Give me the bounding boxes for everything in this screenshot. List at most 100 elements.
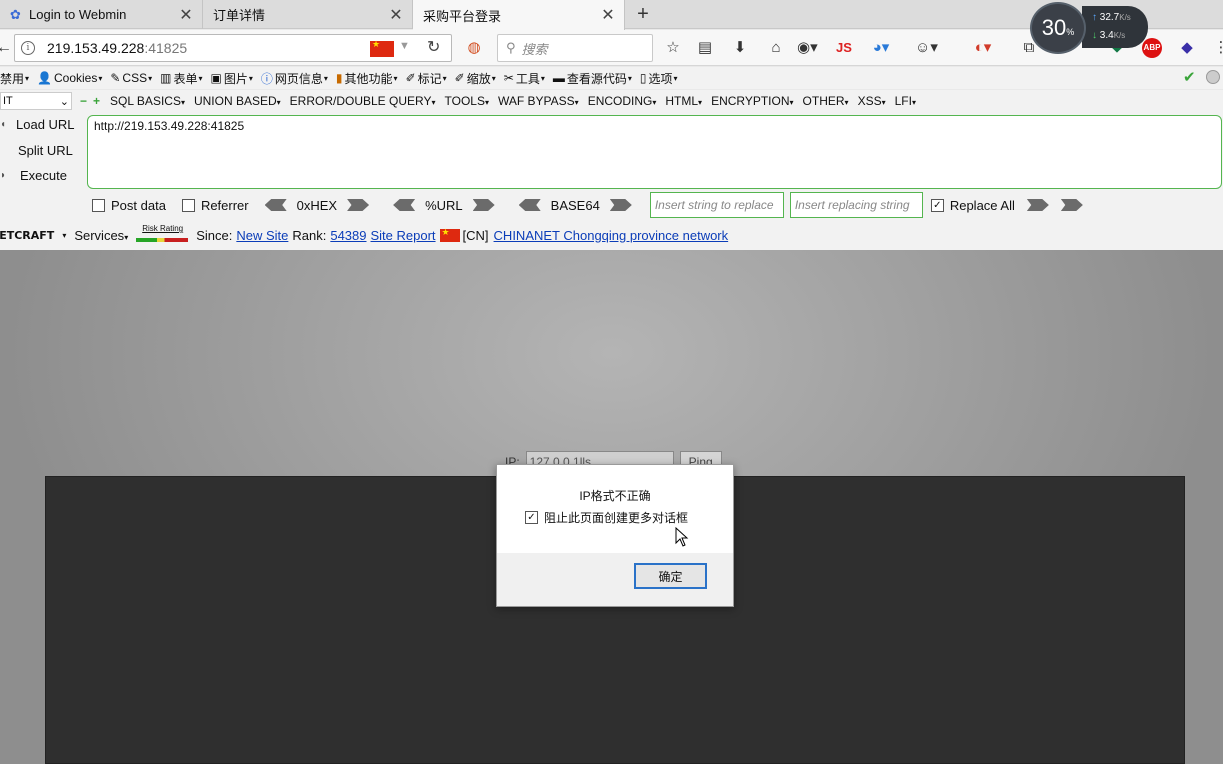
risk-rating-meter[interactable]: Risk Rating bbox=[136, 224, 189, 243]
menu-forms[interactable]: ▥ 表单 ▾ bbox=[160, 70, 202, 87]
dialog-body: IP格式不正确 ✓ 阻止此页面创建更多对话框 bbox=[497, 465, 733, 553]
js-toggle-icon[interactable]: JS bbox=[835, 38, 853, 58]
tab-title: 订单详情 bbox=[213, 8, 266, 23]
menu-icon[interactable]: ⋮ bbox=[1212, 38, 1223, 58]
book-icon: ▮ bbox=[335, 71, 343, 85]
url-encode-arrow-icon[interactable] bbox=[472, 199, 495, 211]
reading-list-icon[interactable]: ▤ bbox=[696, 38, 714, 58]
suppress-dialogs-checkbox[interactable]: ✓ bbox=[525, 511, 538, 524]
tampermonkey-icon[interactable]: ◐▾ bbox=[974, 38, 992, 58]
menu-css[interactable]: ✎ CSS ▾ bbox=[110, 71, 152, 85]
close-icon[interactable]: ✕ bbox=[178, 5, 194, 25]
hackbar-menu-xss[interactable]: XSS▾ bbox=[858, 94, 886, 108]
plus-icon[interactable]: + bbox=[93, 94, 100, 108]
chevron-down-icon[interactable]: ▾ bbox=[62, 231, 66, 240]
monitor-icon: ▬ bbox=[552, 71, 565, 85]
hackbar-menu-error-query[interactable]: ERROR/DOUBLE QUERY▾ bbox=[290, 94, 436, 108]
chevron-down-icon[interactable]: ▼ bbox=[399, 40, 410, 52]
menu-view-source[interactable]: ▬ 查看源代码 ▾ bbox=[553, 70, 632, 87]
services-menu[interactable]: Services▾ bbox=[74, 228, 128, 243]
suppress-dialogs-option[interactable]: ✓ 阻止此页面创建更多对话框 bbox=[525, 509, 688, 526]
url-decode-arrow-icon[interactable] bbox=[393, 199, 416, 211]
hackbar-menu-tools[interactable]: TOOLS▾ bbox=[445, 94, 489, 108]
hex-encode-arrow-icon[interactable] bbox=[347, 199, 370, 211]
cpu-usage: 30% bbox=[1030, 2, 1086, 54]
menu-page-info[interactable]: ⓘ 网页信息 ▾ bbox=[261, 70, 328, 87]
download-icon[interactable]: ⬇ bbox=[731, 38, 749, 58]
back-icon[interactable]: ← bbox=[0, 38, 14, 58]
hackbar-select[interactable]: IT ⌄ bbox=[0, 92, 72, 110]
status-circle-icon bbox=[1206, 70, 1220, 84]
close-icon[interactable]: ✕ bbox=[388, 5, 404, 25]
hackbar-menu-encryption[interactable]: ENCRYPTION▾ bbox=[711, 94, 793, 108]
globe-icon[interactable]: ◉▾ bbox=[797, 38, 818, 58]
execute-button[interactable]: ◗ Execute bbox=[0, 168, 67, 183]
replace-all-label: Replace All bbox=[949, 197, 1015, 213]
menu-cookies[interactable]: 👤 Cookies ▾ bbox=[37, 71, 102, 85]
since-link[interactable]: New Site bbox=[236, 228, 288, 243]
load-url-button[interactable]: ◖ Load URL bbox=[0, 117, 75, 132]
tab-order-details[interactable]: 订单详情 ✕ bbox=[203, 0, 413, 29]
resize-icon: ✐ bbox=[454, 71, 465, 85]
hackbar-menu-html[interactable]: HTML▾ bbox=[665, 94, 702, 108]
image-icon: ▣ bbox=[210, 71, 222, 85]
network-speed: ↑ 32.7K/s ↓ 3.4K/s bbox=[1082, 6, 1148, 48]
tab-webmin[interactable]: ✿ Login to Webmin ✕ bbox=[0, 0, 203, 29]
replace-all-checkbox[interactable]: ✓ bbox=[930, 198, 944, 212]
hackbar-menu-lfi[interactable]: LFI▾ bbox=[895, 94, 916, 108]
download-arrow-icon: ↓ bbox=[1092, 30, 1097, 41]
palette-icon[interactable]: ☺▾ bbox=[915, 38, 938, 58]
base64-encode-arrow-icon[interactable] bbox=[609, 199, 632, 211]
hex-decode-arrow-icon[interactable] bbox=[264, 199, 287, 211]
menu-resize[interactable]: ✐ 缩放 ▾ bbox=[455, 70, 496, 87]
base64-decode-arrow-icon[interactable] bbox=[518, 199, 541, 211]
url-port: :41825 bbox=[144, 40, 188, 56]
hackbar-menu-union-based[interactable]: UNION BASED▾ bbox=[194, 94, 281, 108]
hackbar-menu-encoding[interactable]: ENCODING▾ bbox=[588, 94, 657, 108]
network-link[interactable]: CHINANET Chongqing province network bbox=[494, 228, 729, 243]
new-tab-button[interactable]: + bbox=[632, 3, 654, 25]
hackbar-panel: ◖ Load URL Split URL ◗ Execute http://219.… bbox=[0, 112, 1223, 250]
mouse-cursor-icon bbox=[675, 527, 689, 547]
tab-purchase-login[interactable]: 采购平台登录 ✕ bbox=[413, 0, 625, 30]
menu-misc[interactable]: ▮ 其他功能 ▾ bbox=[336, 70, 398, 87]
site-report-link[interactable]: Site Report bbox=[371, 228, 436, 243]
hackbar-url-textarea[interactable]: http://219.153.49.228:41825 bbox=[87, 115, 1222, 189]
menu-images[interactable]: ▣ 图片 ▾ bbox=[211, 70, 253, 87]
bookmark-star-icon[interactable]: ☆ bbox=[664, 38, 682, 58]
tab-title: Login to Webmin bbox=[29, 7, 127, 22]
replacing-string-input[interactable]: Insert replacing string bbox=[789, 192, 923, 218]
hackbar-menu-sql-basics[interactable]: SQL BASICS▾ bbox=[110, 94, 185, 108]
menu-tools[interactable]: ✂ 工具 ▾ bbox=[504, 70, 545, 87]
split-url-button[interactable]: Split URL bbox=[0, 143, 73, 158]
close-icon[interactable]: ✕ bbox=[600, 5, 616, 25]
reload-icon[interactable]: ↻ bbox=[427, 37, 440, 57]
post-data-checkbox[interactable] bbox=[92, 198, 105, 212]
minus-icon[interactable]: − bbox=[80, 94, 87, 108]
info-icon[interactable]: i bbox=[21, 41, 35, 55]
replace-string-input[interactable]: Insert string to replace bbox=[649, 192, 784, 218]
search-input[interactable]: ⚲ 搜索 bbox=[497, 34, 653, 62]
hackbar-menu-other[interactable]: OTHER▾ bbox=[803, 94, 849, 108]
replace-arrow-icon[interactable] bbox=[1026, 199, 1049, 211]
home-icon[interactable]: ⌂ bbox=[767, 38, 785, 58]
rank-link[interactable]: 54389 bbox=[330, 228, 366, 243]
menu-options[interactable]: ▯ 选项 ▾ bbox=[640, 70, 678, 87]
translate-icon[interactable]: ◕▾ bbox=[872, 38, 890, 58]
referrer-checkbox[interactable] bbox=[181, 198, 195, 212]
netcraft-logo[interactable]: NETCRAFT bbox=[0, 229, 54, 242]
base64-label: BASE64 bbox=[550, 197, 600, 213]
extension-ball-icon[interactable]: ◍ bbox=[465, 38, 483, 58]
hackbar-menu-waf-bypass[interactable]: WAF BYPASS▾ bbox=[498, 94, 579, 108]
menu-disable[interactable]: 禁用 ▾ bbox=[0, 70, 29, 87]
ok-button[interactable]: 确定 bbox=[634, 563, 707, 589]
extension-diamond-icon[interactable]: ◆ bbox=[1178, 38, 1196, 58]
user-icon: 👤 bbox=[37, 71, 52, 85]
menu-outline[interactable]: ✐ 标记 ▾ bbox=[406, 70, 447, 87]
country-code: [CN] bbox=[462, 227, 489, 243]
upload-arrow-icon: ↑ bbox=[1092, 12, 1097, 23]
replace-back-arrow-icon[interactable] bbox=[1060, 199, 1083, 211]
search-placeholder: 搜索 bbox=[521, 41, 548, 57]
chevron-down-icon: ⌄ bbox=[59, 95, 69, 108]
address-bar[interactable]: i 219.153.49.228:41825 ▼ ↻ bbox=[14, 34, 452, 62]
